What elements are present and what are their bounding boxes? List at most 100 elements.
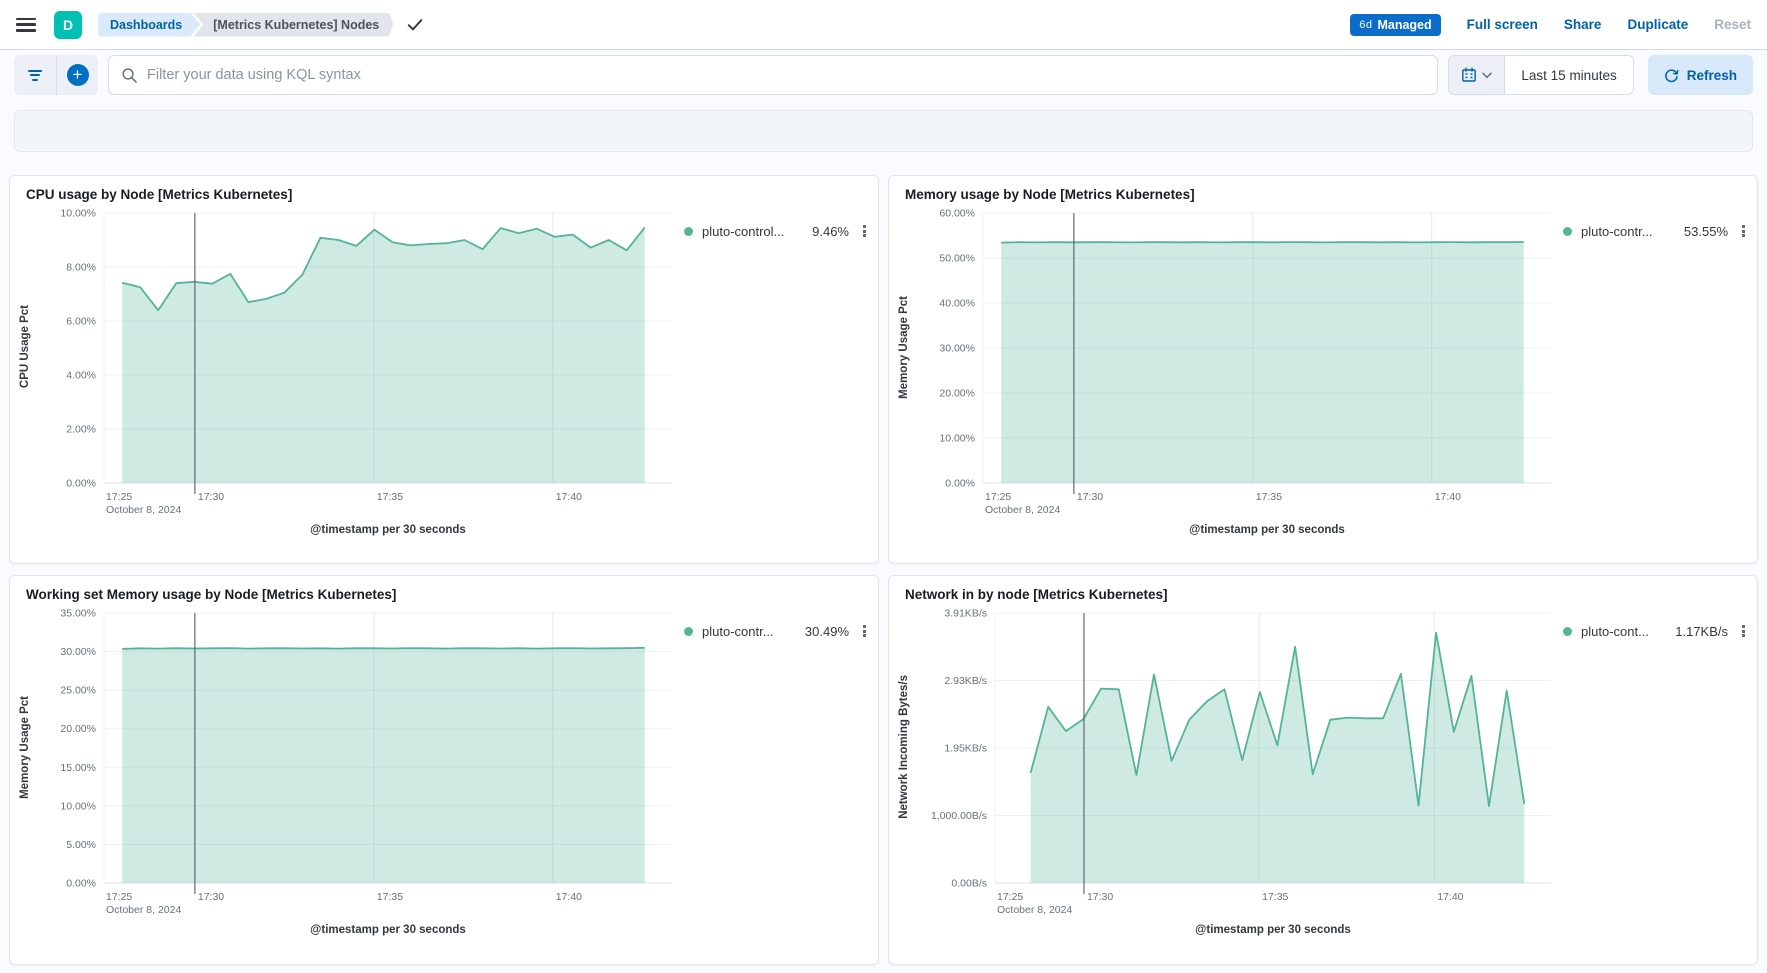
header-actions: 6d Managed Full screen Share Duplicate R…: [1350, 14, 1751, 36]
search-icon: [121, 67, 138, 84]
svg-text:2.00%: 2.00%: [66, 424, 96, 436]
time-range-display[interactable]: Last 15 minutes: [1505, 56, 1632, 94]
svg-text:@timestamp per 30 seconds: @timestamp per 30 seconds: [1195, 924, 1351, 936]
filter-controls: +: [14, 55, 98, 95]
boxes-vertical-icon[interactable]: [1740, 223, 1747, 239]
svg-text:50.00%: 50.00%: [939, 253, 975, 265]
chart-legend: pluto-contr... 30.49%: [680, 603, 878, 943]
duplicate-button[interactable]: Duplicate: [1627, 17, 1688, 32]
svg-text:3.91KB/s: 3.91KB/s: [944, 608, 987, 620]
svg-text:1.95KB/s: 1.95KB/s: [944, 743, 987, 755]
svg-text:17:40: 17:40: [556, 891, 582, 903]
svg-text:10.00%: 10.00%: [60, 208, 96, 220]
kql-search-input[interactable]: [147, 67, 1425, 83]
panel-memory-usage: Memory usage by Node [Metrics Kubernetes…: [888, 175, 1758, 564]
svg-text:17:40: 17:40: [1435, 491, 1461, 503]
svg-text:25.00%: 25.00%: [60, 685, 96, 697]
legend-series-value: 53.55%: [1684, 224, 1728, 239]
refresh-button[interactable]: Refresh: [1648, 55, 1753, 95]
svg-text:0.00%: 0.00%: [66, 478, 96, 490]
svg-text:15.00%: 15.00%: [60, 762, 96, 774]
chart-svg: 0.00B/s1,000.00B/s1.95KB/s2.93KB/s3.91KB…: [919, 603, 1559, 937]
breadcrumb-dashboards[interactable]: Dashboards: [98, 13, 200, 37]
svg-text:35.00%: 35.00%: [60, 608, 96, 620]
managed-badge[interactable]: 6d Managed: [1350, 14, 1440, 36]
y-axis-title: CPU Usage Pct: [10, 203, 40, 543]
panel-working-set-memory: Working set Memory usage by Node [Metric…: [9, 575, 879, 965]
check-icon[interactable]: [407, 18, 423, 32]
svg-text:60.00%: 60.00%: [939, 208, 975, 220]
svg-text:October 8, 2024: October 8, 2024: [985, 504, 1060, 516]
full-screen-button[interactable]: Full screen: [1467, 17, 1538, 32]
refresh-label: Refresh: [1687, 68, 1737, 83]
svg-text:17:25: 17:25: [997, 891, 1023, 903]
legend-series-dot: [684, 227, 693, 236]
chart-working-set-memory: 0.00%5.00%10.00%15.00%20.00%25.00%30.00%…: [40, 603, 680, 943]
panel-title[interactable]: CPU usage by Node [Metrics Kubernetes]: [10, 176, 878, 203]
svg-text:@timestamp per 30 seconds: @timestamp per 30 seconds: [310, 524, 466, 536]
svg-text:4.00%: 4.00%: [66, 370, 96, 382]
svg-text:40.00%: 40.00%: [939, 298, 975, 310]
panel-network-in: Network in by node [Metrics Kubernetes] …: [888, 575, 1758, 965]
chart-legend: pluto-contr... 53.55%: [1559, 203, 1757, 543]
legend-item[interactable]: pluto-cont... 1.17KB/s: [1563, 623, 1749, 639]
filter-button[interactable]: [14, 55, 56, 95]
boxes-vertical-icon[interactable]: [861, 623, 868, 639]
chart-cpu-usage: 0.00%2.00%4.00%6.00%8.00%10.00%17:2517:3…: [40, 203, 680, 543]
plus-icon: +: [67, 64, 89, 86]
query-toolbar: + Last 15 minutes Refresh: [0, 50, 1767, 100]
y-axis-title: Network Incoming Bytes/s: [889, 603, 919, 943]
svg-text:17:35: 17:35: [377, 891, 403, 903]
dashboard-controls-strip: [14, 110, 1753, 152]
chart-svg: 0.00%5.00%10.00%15.00%20.00%25.00%30.00%…: [40, 603, 680, 937]
panel-title[interactable]: Working set Memory usage by Node [Metric…: [10, 576, 878, 603]
reset-button[interactable]: Reset: [1714, 17, 1751, 32]
panel-title[interactable]: Memory usage by Node [Metrics Kubernetes…: [889, 176, 1757, 203]
legend-series-label: pluto-contr...: [702, 624, 774, 639]
legend-series-label: pluto-cont...: [1581, 624, 1649, 639]
svg-text:17:25: 17:25: [106, 891, 132, 903]
y-axis-title: Memory Usage Pct: [889, 203, 919, 543]
boxes-vertical-icon[interactable]: [861, 223, 868, 239]
panel-title[interactable]: Network in by node [Metrics Kubernetes]: [889, 576, 1757, 603]
legend-series-value: 1.17KB/s: [1675, 624, 1728, 639]
legend-series-dot: [1563, 227, 1572, 236]
chart-legend: pluto-control... 9.46%: [680, 203, 878, 543]
dashboard-grid: CPU usage by Node [Metrics Kubernetes] C…: [9, 175, 1758, 965]
kql-search-bar[interactable]: [108, 55, 1438, 95]
share-button[interactable]: Share: [1564, 17, 1602, 32]
legend-item[interactable]: pluto-control... 9.46%: [684, 223, 870, 239]
svg-text:2.93KB/s: 2.93KB/s: [944, 675, 987, 687]
svg-text:17:30: 17:30: [1077, 491, 1103, 503]
legend-series-dot: [684, 627, 693, 636]
svg-text:8.00%: 8.00%: [66, 262, 96, 274]
legend-series-dot: [1563, 627, 1572, 636]
boxes-vertical-icon[interactable]: [1740, 623, 1747, 639]
svg-text:17:30: 17:30: [198, 891, 224, 903]
header: D Dashboards [Metrics Kubernetes] Nodes …: [0, 0, 1767, 50]
svg-text:20.00%: 20.00%: [939, 388, 975, 400]
svg-text:17:25: 17:25: [985, 491, 1011, 503]
legend-series-value: 30.49%: [805, 624, 849, 639]
managed-badge-label: Managed: [1377, 18, 1431, 32]
breadcrumb-current-dashboard[interactable]: [Metrics Kubernetes] Nodes: [193, 13, 393, 37]
space-avatar[interactable]: D: [54, 11, 82, 39]
chart-legend: pluto-cont... 1.17KB/s: [1559, 603, 1757, 943]
date-picker: Last 15 minutes: [1448, 55, 1633, 95]
legend-item[interactable]: pluto-contr... 30.49%: [684, 623, 870, 639]
svg-text:30.00%: 30.00%: [60, 646, 96, 658]
legend-item[interactable]: pluto-contr... 53.55%: [1563, 223, 1749, 239]
svg-text:6.00%: 6.00%: [66, 316, 96, 328]
panel-cpu-usage: CPU usage by Node [Metrics Kubernetes] C…: [9, 175, 879, 564]
svg-text:October 8, 2024: October 8, 2024: [997, 904, 1072, 916]
svg-text:30.00%: 30.00%: [939, 343, 975, 355]
svg-text:@timestamp per 30 seconds: @timestamp per 30 seconds: [1189, 524, 1345, 536]
add-control-button[interactable]: +: [56, 55, 98, 95]
date-picker-calendar-button[interactable]: [1449, 56, 1505, 94]
svg-text:0.00B/s: 0.00B/s: [951, 878, 987, 890]
svg-text:17:35: 17:35: [1262, 891, 1288, 903]
legend-series-label: pluto-control...: [702, 224, 784, 239]
filter-icon: [28, 70, 42, 81]
hamburger-menu-icon[interactable]: [16, 18, 36, 32]
chevron-down-icon: [1482, 72, 1492, 79]
